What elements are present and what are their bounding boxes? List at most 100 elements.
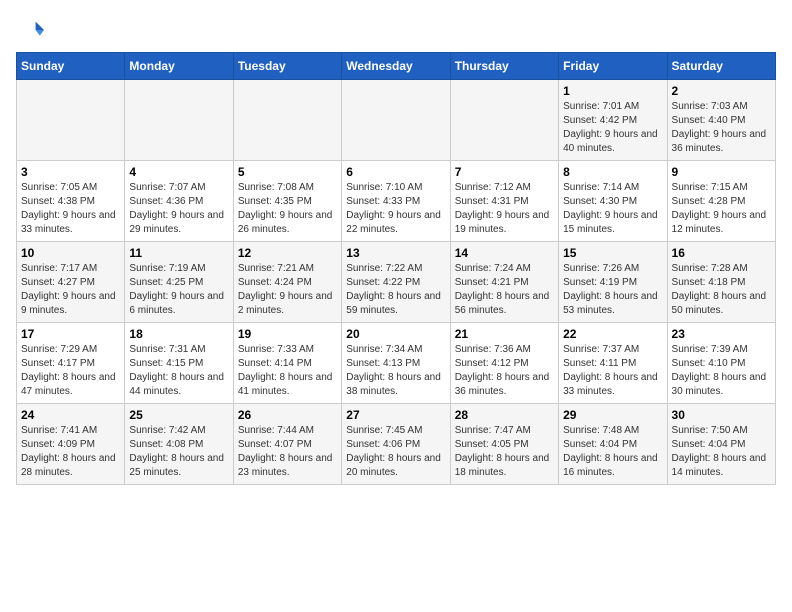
calendar-cell: 6 Sunrise: 7:10 AM Sunset: 4:33 PM Daylig… xyxy=(342,161,450,242)
day-info: Sunrise: 7:24 AM Sunset: 4:21 PM Dayligh… xyxy=(455,262,554,318)
day-number: 22 xyxy=(563,327,662,341)
day-number: 20 xyxy=(346,327,445,341)
day-info: Sunrise: 7:44 AM Sunset: 4:07 PM Dayligh… xyxy=(238,424,337,480)
day-info: Sunrise: 7:29 AM Sunset: 4:17 PM Dayligh… xyxy=(21,343,120,399)
day-info: Sunrise: 7:33 AM Sunset: 4:14 PM Dayligh… xyxy=(238,343,337,399)
column-header-tuesday: Tuesday xyxy=(233,53,341,80)
calendar-cell: 5 Sunrise: 7:08 AM Sunset: 4:35 PM Daylig… xyxy=(233,161,341,242)
day-number: 12 xyxy=(238,246,337,260)
day-number: 2 xyxy=(672,84,771,98)
day-info: Sunrise: 7:45 AM Sunset: 4:06 PM Dayligh… xyxy=(346,424,445,480)
day-number: 3 xyxy=(21,165,120,179)
day-number: 10 xyxy=(21,246,120,260)
day-number: 19 xyxy=(238,327,337,341)
day-info: Sunrise: 7:14 AM Sunset: 4:30 PM Dayligh… xyxy=(563,181,662,237)
column-header-saturday: Saturday xyxy=(667,53,775,80)
day-number: 4 xyxy=(129,165,228,179)
calendar-cell: 7 Sunrise: 7:12 AM Sunset: 4:31 PM Daylig… xyxy=(450,161,558,242)
day-number: 29 xyxy=(563,408,662,422)
calendar-cell: 2 Sunrise: 7:03 AM Sunset: 4:40 PM Daylig… xyxy=(667,80,775,161)
calendar-cell: 21 Sunrise: 7:36 AM Sunset: 4:12 PM Dayli… xyxy=(450,323,558,404)
calendar-cell: 29 Sunrise: 7:48 AM Sunset: 4:04 PM Dayli… xyxy=(559,404,667,485)
calendar-cell: 20 Sunrise: 7:34 AM Sunset: 4:13 PM Dayli… xyxy=(342,323,450,404)
header-row: SundayMondayTuesdayWednesdayThursdayFrid… xyxy=(17,53,776,80)
calendar-cell: 4 Sunrise: 7:07 AM Sunset: 4:36 PM Daylig… xyxy=(125,161,233,242)
day-info: Sunrise: 7:12 AM Sunset: 4:31 PM Dayligh… xyxy=(455,181,554,237)
column-header-monday: Monday xyxy=(125,53,233,80)
calendar-header: SundayMondayTuesdayWednesdayThursdayFrid… xyxy=(17,53,776,80)
calendar-cell: 10 Sunrise: 7:17 AM Sunset: 4:27 PM Dayli… xyxy=(17,242,125,323)
day-number: 30 xyxy=(672,408,771,422)
calendar-cell: 8Sunrise: 7:14 AM Sunset: 4:30 PM Daylig… xyxy=(559,161,667,242)
column-header-thursday: Thursday xyxy=(450,53,558,80)
calendar-cell: 18 Sunrise: 7:31 AM Sunset: 4:15 PM Dayli… xyxy=(125,323,233,404)
day-info: Sunrise: 7:10 AM Sunset: 4:33 PM Dayligh… xyxy=(346,181,445,237)
day-number: 24 xyxy=(21,408,120,422)
day-info: Sunrise: 7:15 AM Sunset: 4:28 PM Dayligh… xyxy=(672,181,771,237)
calendar-cell: 22 Sunrise: 7:37 AM Sunset: 4:11 PM Dayli… xyxy=(559,323,667,404)
day-info: Sunrise: 7:07 AM Sunset: 4:36 PM Dayligh… xyxy=(129,181,228,237)
day-number: 5 xyxy=(238,165,337,179)
day-number: 25 xyxy=(129,408,228,422)
calendar-week-4: 24 Sunrise: 7:41 AM Sunset: 4:09 PM Dayli… xyxy=(17,404,776,485)
day-info: Sunrise: 7:50 AM Sunset: 4:04 PM Dayligh… xyxy=(672,424,771,480)
calendar-cell: 17 Sunrise: 7:29 AM Sunset: 4:17 PM Dayli… xyxy=(17,323,125,404)
calendar-cell xyxy=(450,80,558,161)
calendar-cell: 13 Sunrise: 7:22 AM Sunset: 4:22 PM Dayli… xyxy=(342,242,450,323)
calendar-cell: 12 Sunrise: 7:21 AM Sunset: 4:24 PM Dayli… xyxy=(233,242,341,323)
logo-icon xyxy=(16,16,44,44)
calendar-cell: 1 Sunrise: 7:01 AM Sunset: 4:42 PM Daylig… xyxy=(559,80,667,161)
calendar-cell xyxy=(233,80,341,161)
day-number: 16 xyxy=(672,246,771,260)
day-number: 11 xyxy=(129,246,228,260)
day-number: 14 xyxy=(455,246,554,260)
calendar-cell: 11 Sunrise: 7:19 AM Sunset: 4:25 PM Dayli… xyxy=(125,242,233,323)
calendar-body: 1 Sunrise: 7:01 AM Sunset: 4:42 PM Daylig… xyxy=(17,80,776,485)
day-number: 9 xyxy=(672,165,771,179)
day-info: Sunrise: 7:37 AM Sunset: 4:11 PM Dayligh… xyxy=(563,343,662,399)
day-info: Sunrise: 7:21 AM Sunset: 4:24 PM Dayligh… xyxy=(238,262,337,318)
calendar-cell: 28Sunrise: 7:47 AM Sunset: 4:05 PM Dayli… xyxy=(450,404,558,485)
calendar-table: SundayMondayTuesdayWednesdayThursdayFrid… xyxy=(16,52,776,485)
day-info: Sunrise: 7:05 AM Sunset: 4:38 PM Dayligh… xyxy=(21,181,120,237)
day-number: 17 xyxy=(21,327,120,341)
day-info: Sunrise: 7:19 AM Sunset: 4:25 PM Dayligh… xyxy=(129,262,228,318)
calendar-cell: 15 Sunrise: 7:26 AM Sunset: 4:19 PM Dayli… xyxy=(559,242,667,323)
day-info: Sunrise: 7:26 AM Sunset: 4:19 PM Dayligh… xyxy=(563,262,662,318)
day-number: 26 xyxy=(238,408,337,422)
calendar-cell: 14 Sunrise: 7:24 AM Sunset: 4:21 PM Dayli… xyxy=(450,242,558,323)
day-info: Sunrise: 7:17 AM Sunset: 4:27 PM Dayligh… xyxy=(21,262,120,318)
column-header-friday: Friday xyxy=(559,53,667,80)
day-info: Sunrise: 7:36 AM Sunset: 4:12 PM Dayligh… xyxy=(455,343,554,399)
day-info: Sunrise: 7:42 AM Sunset: 4:08 PM Dayligh… xyxy=(129,424,228,480)
day-info: Sunrise: 7:03 AM Sunset: 4:40 PM Dayligh… xyxy=(672,100,771,156)
calendar-cell: 27 Sunrise: 7:45 AM Sunset: 4:06 PM Dayli… xyxy=(342,404,450,485)
column-header-sunday: Sunday xyxy=(17,53,125,80)
calendar-cell: 25 Sunrise: 7:42 AM Sunset: 4:08 PM Dayli… xyxy=(125,404,233,485)
calendar-week-2: 10 Sunrise: 7:17 AM Sunset: 4:27 PM Dayli… xyxy=(17,242,776,323)
calendar-week-1: 3 Sunrise: 7:05 AM Sunset: 4:38 PM Daylig… xyxy=(17,161,776,242)
day-number: 13 xyxy=(346,246,445,260)
day-info: Sunrise: 7:22 AM Sunset: 4:22 PM Dayligh… xyxy=(346,262,445,318)
day-info: Sunrise: 7:01 AM Sunset: 4:42 PM Dayligh… xyxy=(563,100,662,156)
logo xyxy=(16,16,48,44)
day-info: Sunrise: 7:34 AM Sunset: 4:13 PM Dayligh… xyxy=(346,343,445,399)
calendar-cell: 19 Sunrise: 7:33 AM Sunset: 4:14 PM Dayli… xyxy=(233,323,341,404)
day-info: Sunrise: 7:08 AM Sunset: 4:35 PM Dayligh… xyxy=(238,181,337,237)
day-number: 27 xyxy=(346,408,445,422)
day-number: 1 xyxy=(563,84,662,98)
day-number: 15 xyxy=(563,246,662,260)
calendar-cell: 23Sunrise: 7:39 AM Sunset: 4:10 PM Dayli… xyxy=(667,323,775,404)
day-number: 21 xyxy=(455,327,554,341)
calendar-cell: 26 Sunrise: 7:44 AM Sunset: 4:07 PM Dayli… xyxy=(233,404,341,485)
day-info: Sunrise: 7:47 AM Sunset: 4:05 PM Dayligh… xyxy=(455,424,554,480)
day-number: 18 xyxy=(129,327,228,341)
calendar-cell xyxy=(125,80,233,161)
calendar-week-0: 1 Sunrise: 7:01 AM Sunset: 4:42 PM Daylig… xyxy=(17,80,776,161)
day-info: Sunrise: 7:31 AM Sunset: 4:15 PM Dayligh… xyxy=(129,343,228,399)
day-number: 7 xyxy=(455,165,554,179)
day-number: 23 xyxy=(672,327,771,341)
day-number: 6 xyxy=(346,165,445,179)
day-info: Sunrise: 7:41 AM Sunset: 4:09 PM Dayligh… xyxy=(21,424,120,480)
day-info: Sunrise: 7:48 AM Sunset: 4:04 PM Dayligh… xyxy=(563,424,662,480)
